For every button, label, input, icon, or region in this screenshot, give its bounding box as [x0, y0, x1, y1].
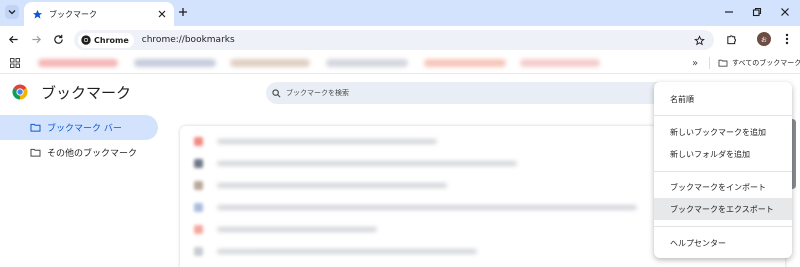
menu-item-export-bookmarks[interactable]: ブックマークをエクスポート	[654, 198, 792, 220]
restore-icon	[752, 7, 762, 17]
star-icon	[32, 9, 43, 19]
favicon	[194, 225, 203, 234]
sidebar-item-label: その他のブックマーク	[47, 149, 138, 159]
site-info-chip[interactable]: Chrome	[78, 32, 134, 48]
search-placeholder: ブックマークを検索	[286, 89, 349, 97]
bookmark-item-blurred[interactable]	[134, 59, 216, 67]
apps-button[interactable]	[8, 56, 22, 70]
folder-icon	[30, 123, 41, 132]
reload-button[interactable]	[51, 32, 65, 46]
sidebar-item-bookmarks-bar[interactable]: ブックマーク バー	[0, 115, 158, 140]
star-outline-icon	[693, 34, 705, 45]
restore-button[interactable]	[750, 5, 764, 19]
arrow-left-icon	[8, 35, 18, 43]
more-vertical-icon	[785, 33, 789, 45]
search-icon	[272, 88, 281, 97]
folder-icon	[30, 148, 41, 157]
bookmark-search-input[interactable]: ブックマークを検索	[266, 82, 706, 104]
toolbar: Chrome chrome://bookmarks お	[0, 26, 800, 52]
tab-title: ブックマーク	[49, 9, 97, 19]
close-window-button[interactable]	[778, 5, 792, 19]
bookmark-star-button[interactable]	[692, 33, 706, 47]
puzzle-icon	[726, 34, 736, 44]
forward-button[interactable]	[29, 32, 43, 46]
close-icon	[158, 10, 166, 18]
bookmark-item-blurred[interactable]	[230, 59, 310, 67]
favicon	[194, 137, 203, 146]
bookmark-item-blurred[interactable]	[326, 59, 408, 67]
menu-item-import-bookmarks[interactable]: ブックマークをインポート	[654, 176, 792, 198]
arrow-right-icon	[31, 35, 41, 43]
menu-item-add-folder[interactable]: 新しいフォルダを追加	[654, 143, 792, 165]
browser-menu-button[interactable]	[780, 32, 794, 46]
bookmark-item-blurred[interactable]	[424, 59, 506, 67]
folder-icon	[718, 59, 728, 67]
minimize-button[interactable]	[722, 5, 736, 19]
chrome-logo-icon	[81, 35, 91, 45]
menu-item-sort-by-name[interactable]: 名前順	[654, 88, 792, 110]
chevron-down-icon	[8, 10, 16, 15]
url-text: chrome://bookmarks	[141, 35, 235, 45]
menu-item-help-center[interactable]: ヘルプセンター	[654, 232, 792, 254]
sidebar-item-other-bookmarks[interactable]: その他のブックマーク	[0, 140, 158, 165]
menu-item-add-bookmark[interactable]: 新しいブックマークを追加	[654, 121, 792, 143]
close-icon	[781, 8, 789, 16]
active-tab[interactable]: ブックマーク	[24, 2, 174, 26]
menu-divider	[654, 226, 792, 227]
favicon	[194, 181, 203, 190]
extensions-button[interactable]	[724, 32, 738, 46]
bookmarks-overflow-button[interactable]: »	[688, 56, 702, 70]
favicon	[194, 247, 203, 256]
address-bar[interactable]: Chrome chrome://bookmarks	[74, 30, 714, 50]
bookmark-title-blurred	[217, 161, 517, 166]
browser-window: ブックマーク Chrome chrome://bookmarks お » すべて…	[0, 0, 800, 267]
menu-divider	[654, 115, 792, 116]
bookmark-title-blurred	[217, 249, 477, 254]
bookmarks-divider	[709, 57, 710, 69]
tab-search-button[interactable]	[5, 5, 19, 19]
new-tab-button[interactable]	[176, 5, 190, 19]
favicon	[194, 159, 203, 168]
bookmark-item-blurred[interactable]	[520, 59, 600, 67]
reload-icon	[53, 34, 63, 44]
bookmark-title-blurred	[217, 227, 377, 232]
all-bookmarks-label: すべてのブックマーク	[732, 59, 800, 67]
apps-grid-icon	[10, 58, 20, 68]
plus-icon	[179, 8, 187, 16]
site-info-label: Chrome	[94, 35, 129, 45]
bookmarks-actions-menu: 名前順 新しいブックマークを追加 新しいフォルダを追加 ブックマークをインポート…	[654, 82, 792, 258]
bookmark-item-blurred[interactable]	[38, 59, 118, 67]
profile-avatar[interactable]: お	[757, 32, 771, 46]
page-title: ブックマーク	[41, 84, 132, 102]
chrome-logo-icon	[12, 84, 28, 100]
close-tab-button[interactable]	[154, 6, 170, 22]
bookmark-title-blurred	[217, 183, 447, 188]
all-bookmarks-button[interactable]: すべてのブックマーク	[718, 56, 800, 70]
minimize-icon	[725, 11, 733, 13]
menu-divider	[654, 171, 792, 172]
bookmark-title-blurred	[217, 139, 437, 144]
favicon	[194, 203, 203, 212]
title-bar: ブックマーク	[0, 0, 800, 26]
bookmark-title-blurred	[217, 205, 637, 210]
sidebar-item-label: ブックマーク バー	[47, 124, 122, 134]
back-button[interactable]	[6, 32, 20, 46]
bookmarks-bar: » すべてのブックマーク	[0, 52, 800, 74]
